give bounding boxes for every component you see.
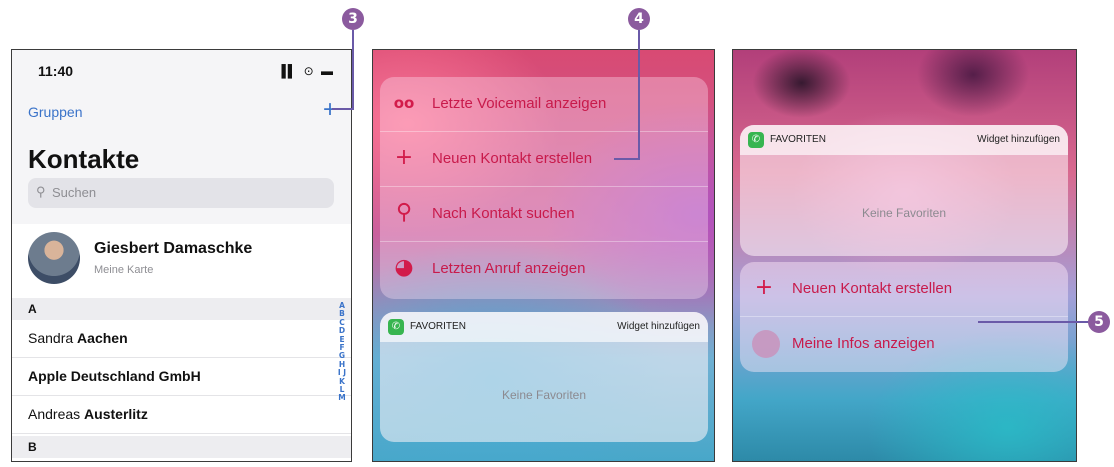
menu-item-last-call[interactable]: ◕ Letzten Anruf anzeigen xyxy=(380,242,708,297)
menu-item-search-contact[interactable]: ⚲ Nach Kontakt suchen xyxy=(380,187,708,242)
leader-line-4-h xyxy=(614,158,640,160)
list-item[interactable]: Andreas Austerlitz xyxy=(12,396,351,434)
avatar-icon xyxy=(752,330,780,358)
my-card-name: Giesbert Damaschke xyxy=(94,240,253,257)
callout-3: 3 xyxy=(342,8,364,30)
menu-item-label: Neuen Kontakt erstellen xyxy=(432,150,593,167)
quick-action-menu: oo Letzte Voicemail anzeigen + Neuen Kon… xyxy=(380,77,708,299)
quick-actions-screen: oo Letzte Voicemail anzeigen + Neuen Kon… xyxy=(372,49,715,462)
menu-item-label: Neuen Kontakt erstellen xyxy=(792,280,953,297)
favorites-widget: ✆ FAVORITEN Widget hinzufügen Keine Favo… xyxy=(740,125,1068,256)
status-time: 11:40 xyxy=(38,63,74,79)
widget-header: ✆ FAVORITEN Widget hinzufügen xyxy=(740,125,1068,155)
status-bar: 11:40 ▐▌ ⊙ ▬ xyxy=(12,50,351,92)
list-item[interactable]: Apple Deutschland GmbH xyxy=(12,358,351,396)
widget-title: FAVORITEN xyxy=(770,134,826,145)
favorites-widget: ✆ FAVORITEN Widget hinzufügen Keine Favo… xyxy=(380,312,708,442)
contact-name: Apple Deutschland GmbH xyxy=(28,368,201,384)
search-input[interactable]: ⚲ Suchen xyxy=(28,178,334,208)
widget-empty-text: Keine Favoriten xyxy=(861,206,947,220)
leader-line-3-h xyxy=(332,108,354,110)
menu-item-label: Letzte Voicemail anzeigen xyxy=(432,95,607,112)
voicemail-icon: oo xyxy=(393,94,415,112)
menu-item-my-info[interactable]: Meine Infos anzeigen xyxy=(740,317,1068,372)
status-icons: ▐▌ ⊙ ▬ xyxy=(277,64,335,78)
add-widget-button[interactable]: Widget hinzufügen xyxy=(617,321,700,332)
section-letter: B xyxy=(28,440,37,454)
contacts-screen: 11:40 ▐▌ ⊙ ▬ Gruppen + Kontakte ⚲ Suchen… xyxy=(11,49,352,462)
contact-name: Sandra Aachen xyxy=(28,330,128,346)
search-icon: ⚲ xyxy=(395,200,413,225)
section-header-a: A xyxy=(12,298,351,320)
callout-5: 5 xyxy=(1088,311,1110,333)
menu-item-voicemail[interactable]: oo Letzte Voicemail anzeigen xyxy=(380,77,708,132)
clock-icon: ◕ xyxy=(394,255,414,280)
leader-line-4 xyxy=(638,30,640,160)
plus-icon: + xyxy=(394,145,414,170)
menu-item-label: Nach Kontakt suchen xyxy=(432,205,575,222)
add-widget-button[interactable]: Widget hinzufügen xyxy=(977,134,1060,145)
leader-line-5 xyxy=(978,321,1090,323)
widget-empty-text: Keine Favoriten xyxy=(501,388,587,402)
my-card[interactable]: Giesbert Damaschke Meine Karte xyxy=(12,224,351,294)
menu-item-label: Meine Infos anzeigen xyxy=(792,335,935,352)
phone-icon: ✆ xyxy=(388,319,404,335)
callout-4: 4 xyxy=(628,8,650,30)
search-icon: ⚲ xyxy=(36,184,46,199)
groups-button[interactable]: Gruppen xyxy=(28,104,82,120)
list-item[interactable]: Sandra Aachen xyxy=(12,320,351,358)
contact-name: Andreas Austerlitz xyxy=(28,406,148,422)
phone-icon: ✆ xyxy=(748,132,764,148)
add-contact-icon[interactable]: + xyxy=(323,98,337,122)
menu-item-new-contact[interactable]: + Neuen Kontakt erstellen xyxy=(380,132,708,187)
widget-title: FAVORITEN xyxy=(410,321,466,332)
menu-item-new-contact[interactable]: + Neuen Kontakt erstellen xyxy=(740,262,1068,317)
avatar xyxy=(28,232,80,284)
page-title: Kontakte xyxy=(28,144,140,174)
quick-action-menu: + Neuen Kontakt erstellen Meine Infos an… xyxy=(740,262,1068,372)
my-card-subtitle: Meine Karte xyxy=(94,264,154,276)
leader-line-3 xyxy=(352,30,354,110)
menu-item-label: Letzten Anruf anzeigen xyxy=(432,260,586,277)
section-letter: A xyxy=(28,302,37,316)
widget-screen: ✆ FAVORITEN Widget hinzufügen Keine Favo… xyxy=(732,49,1077,462)
search-placeholder: Suchen xyxy=(52,185,97,200)
widget-header: ✆ FAVORITEN Widget hinzufügen xyxy=(380,312,708,342)
section-header-b: B xyxy=(12,436,351,458)
alphabet-index[interactable]: A B C D E F G H I J K L M xyxy=(337,301,347,403)
plus-icon: + xyxy=(754,275,774,300)
